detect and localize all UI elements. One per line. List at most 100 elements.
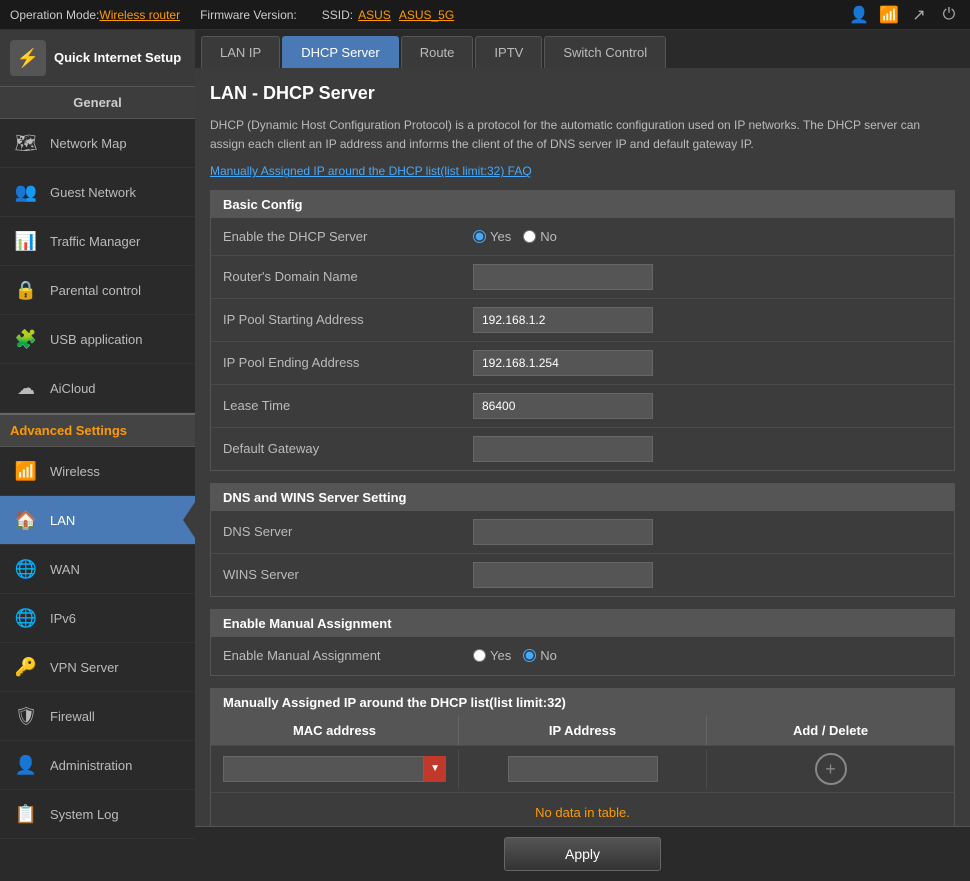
dns-server-input[interactable] — [473, 519, 653, 545]
enable-dhcp-row: Enable the DHCP Server Yes No — [211, 218, 954, 256]
mac-dropdown-button[interactable] — [424, 756, 446, 782]
ip-pool-end-input[interactable] — [473, 350, 653, 376]
manual-assign-body: Enable Manual Assignment Yes No — [211, 637, 954, 675]
sidebar-item-wireless[interactable]: 📶 Wireless — [0, 447, 195, 496]
quick-setup-label: Quick Internet Setup — [54, 50, 181, 67]
mac-input-cell — [211, 749, 459, 789]
system-log-label: System Log — [50, 807, 119, 822]
table-empty-message: No data in table. — [211, 792, 954, 826]
wins-server-input[interactable] — [473, 562, 653, 588]
ip-address-input[interactable] — [508, 756, 658, 782]
ip-pool-end-control — [473, 350, 942, 376]
ssid-label: SSID: — [322, 8, 353, 22]
enable-dhcp-yes[interactable]: Yes — [473, 229, 511, 244]
firewall-icon: 🛡 — [12, 702, 40, 730]
sidebar-item-aicloud[interactable]: ☁ AiCloud — [0, 364, 195, 413]
basic-config-header: Basic Config — [211, 191, 954, 218]
ip-pool-start-input[interactable] — [473, 307, 653, 333]
ssid2-link[interactable]: ASUS_5G — [399, 8, 454, 22]
basic-config-body: Enable the DHCP Server Yes No Router's D… — [211, 218, 954, 470]
sidebar-item-ipv6[interactable]: 🌐 IPv6 — [0, 594, 195, 643]
ip-pool-start-control — [473, 307, 942, 333]
page-description: DHCP (Dynamic Host Configuration Protoco… — [210, 116, 955, 154]
mode-label: Operation Mode: — [10, 8, 99, 22]
sidebar-item-lan[interactable]: 🏠 LAN — [0, 496, 195, 545]
guest-network-label: Guest Network — [50, 185, 136, 200]
table-column-headers: MAC address IP Address Add / Delete — [211, 716, 954, 745]
manual-assign-label: Enable Manual Assignment — [223, 648, 473, 663]
default-gateway-label: Default Gateway — [223, 441, 473, 456]
administration-label: Administration — [50, 758, 132, 773]
vpn-icon: 🔑 — [12, 653, 40, 681]
manual-assign-no[interactable]: No — [523, 648, 557, 663]
sidebar-item-guest-network[interactable]: 👥 Guest Network — [0, 168, 195, 217]
tab-route[interactable]: Route — [401, 36, 474, 68]
sidebar-item-administration[interactable]: 👤 Administration — [0, 741, 195, 790]
tab-lan-ip[interactable]: LAN IP — [201, 36, 280, 68]
general-section-header: General — [0, 86, 195, 119]
sidebar-item-system-log[interactable]: 📋 System Log — [0, 790, 195, 839]
basic-config-section: Basic Config Enable the DHCP Server Yes … — [210, 190, 955, 471]
ipv6-label: IPv6 — [50, 611, 76, 626]
share-icon[interactable]: ↗ — [908, 4, 930, 26]
parental-control-icon: 🔒 — [12, 276, 40, 304]
advanced-settings-header: Advanced Settings — [0, 413, 195, 447]
tab-switch-control[interactable]: Switch Control — [544, 36, 666, 68]
traffic-manager-icon: 📊 — [12, 227, 40, 255]
sidebar-item-wan[interactable]: 🌐 WAN — [0, 545, 195, 594]
domain-name-label: Router's Domain Name — [223, 269, 473, 284]
wifi-icon[interactable]: 📶 — [878, 4, 900, 26]
sidebar-item-vpn-server[interactable]: 🔑 VPN Server — [0, 643, 195, 692]
enable-dhcp-no[interactable]: No — [523, 229, 557, 244]
sidebar-item-usb-application[interactable]: 🧩 USB application — [0, 315, 195, 364]
dns-server-row: DNS Server — [211, 511, 954, 554]
sidebar-item-parental-control[interactable]: 🔒 Parental control — [0, 266, 195, 315]
add-button-cell: + — [707, 746, 954, 792]
enable-dhcp-label: Enable the DHCP Server — [223, 229, 473, 244]
tab-iptv[interactable]: IPTV — [475, 36, 542, 68]
ip-pool-end-row: IP Pool Ending Address — [211, 342, 954, 385]
default-gateway-input[interactable] — [473, 436, 653, 462]
sidebar-item-firewall[interactable]: 🛡 Firewall — [0, 692, 195, 741]
apply-button[interactable]: Apply — [504, 837, 661, 871]
dns-wins-section: DNS and WINS Server Setting DNS Server W… — [210, 483, 955, 597]
user-icon[interactable]: 👤 — [848, 4, 870, 26]
quick-setup-button[interactable]: ⚡ Quick Internet Setup — [0, 30, 195, 86]
manual-assign-yes[interactable]: Yes — [473, 648, 511, 663]
dns-server-label: DNS Server — [223, 524, 473, 539]
add-entry-button[interactable]: + — [815, 753, 847, 785]
col-mac: MAC address — [211, 716, 459, 745]
lease-time-row: Lease Time — [211, 385, 954, 428]
faq-link[interactable]: Manually Assigned IP around the DHCP lis… — [210, 164, 532, 178]
enable-dhcp-radio-group: Yes No — [473, 229, 557, 244]
tab-dhcp-server[interactable]: DHCP Server — [282, 36, 399, 68]
sidebar-item-traffic-manager[interactable]: 📊 Traffic Manager — [0, 217, 195, 266]
page-title: LAN - DHCP Server — [210, 83, 955, 104]
fw-label: Firmware Version: — [200, 8, 297, 22]
apply-bar: Apply — [195, 826, 970, 881]
manual-assign-row: Enable Manual Assignment Yes No — [211, 637, 954, 675]
lease-time-label: Lease Time — [223, 398, 473, 413]
manual-assign-control: Yes No — [473, 648, 942, 663]
mac-address-input[interactable] — [223, 756, 424, 782]
main-panel: LAN IP DHCP Server Route IPTV Switch Con… — [195, 30, 970, 881]
usb-application-label: USB application — [50, 332, 143, 347]
table-input-row: + — [211, 745, 954, 792]
domain-name-input[interactable] — [473, 264, 653, 290]
system-log-icon: 📋 — [12, 800, 40, 828]
lan-label: LAN — [50, 513, 75, 528]
col-add-delete: Add / Delete — [707, 716, 954, 745]
wins-server-label: WINS Server — [223, 567, 473, 582]
lease-time-input[interactable] — [473, 393, 653, 419]
lan-icon: 🏠 — [12, 506, 40, 534]
power-icon[interactable]: ⏻ — [938, 4, 960, 26]
mode-link[interactable]: Wireless router — [99, 8, 180, 22]
quick-setup-icon: ⚡ — [10, 40, 46, 76]
manual-assign-section: Enable Manual Assignment Enable Manual A… — [210, 609, 955, 676]
ssid1-link[interactable]: ASUS — [358, 8, 391, 22]
usb-application-icon: 🧩 — [12, 325, 40, 353]
domain-name-control — [473, 264, 942, 290]
manual-table-header: Manually Assigned IP around the DHCP lis… — [211, 689, 954, 716]
sidebar: ⚡ Quick Internet Setup General 🗺 Network… — [0, 30, 195, 881]
sidebar-item-network-map[interactable]: 🗺 Network Map — [0, 119, 195, 168]
